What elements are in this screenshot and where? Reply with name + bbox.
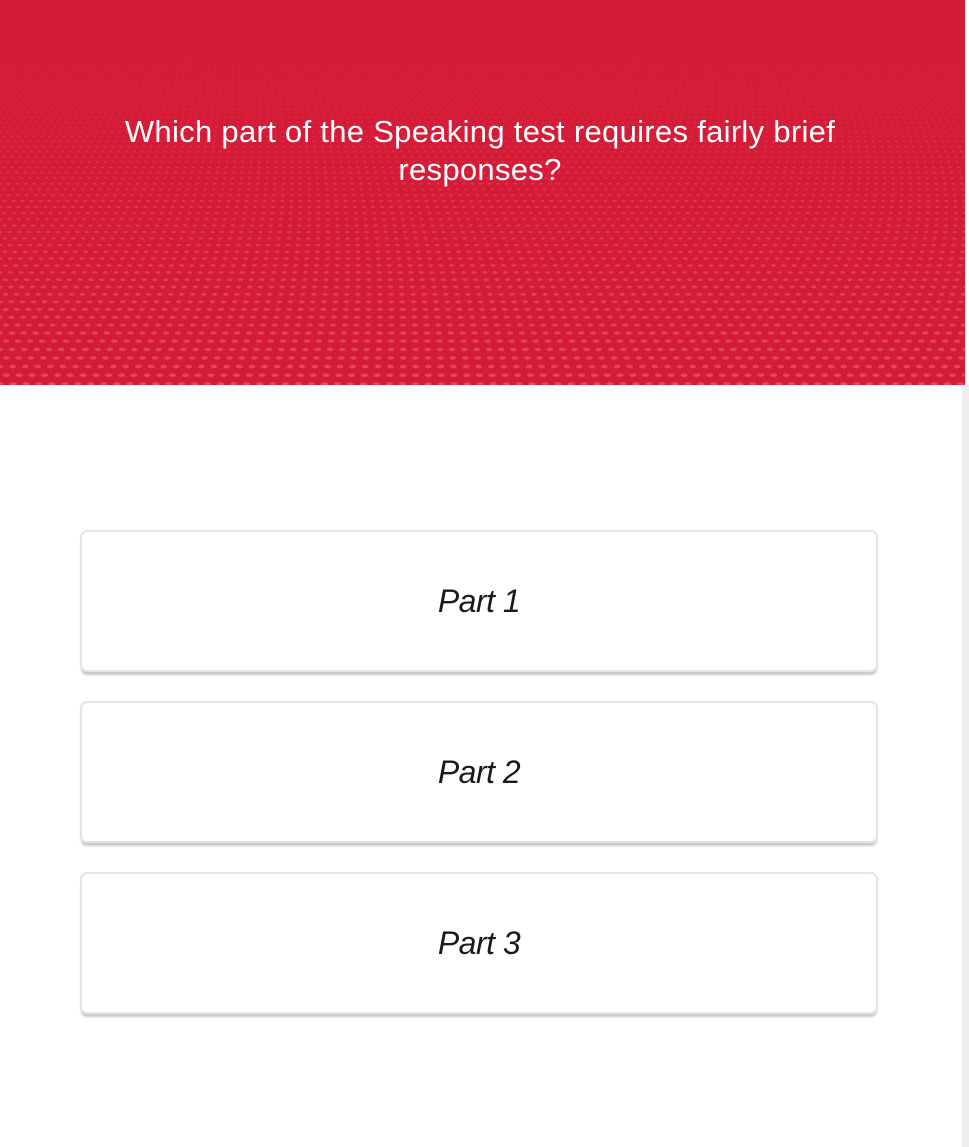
answer-option-label: Part 1 [437,582,521,619]
scrollbar-track[interactable] [962,385,969,1147]
question-header: Which part of the Speaking test requires… [0,0,965,385]
halftone-pattern-background [0,29,965,385]
question-text: Which part of the Speaking test requires… [124,114,836,187]
answer-option-part-2[interactable]: Part 2 [80,701,878,843]
answer-option-label: Part 2 [437,753,521,790]
page-edge [965,0,969,385]
quiz-page: Which part of the Speaking test requires… [0,0,969,1147]
answer-option-part-1[interactable]: Part 1 [80,530,878,672]
answer-option-label: Part 3 [437,924,521,961]
answer-option-part-3[interactable]: Part 3 [80,872,878,1014]
